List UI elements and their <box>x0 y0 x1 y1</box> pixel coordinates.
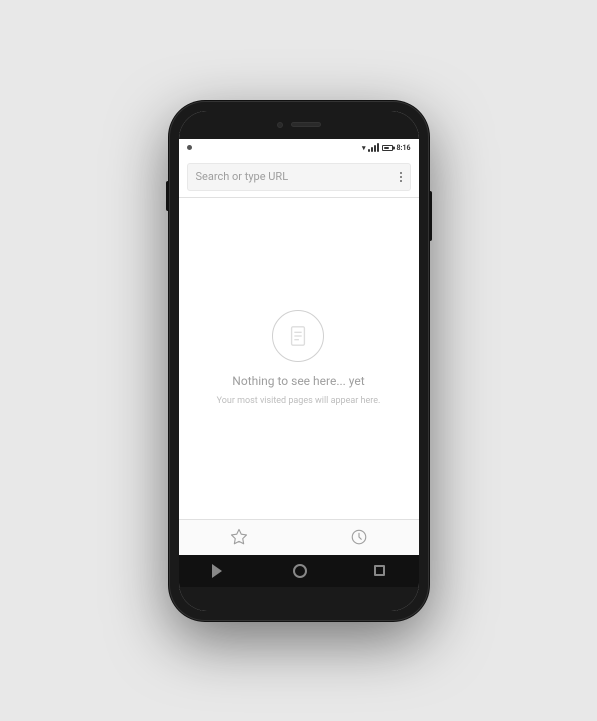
empty-state-subtitle: Your most visited pages will appear here… <box>217 396 381 406</box>
status-time: 8:16 <box>396 144 410 152</box>
front-camera <box>277 122 283 128</box>
empty-state-title: Nothing to see here... yet <box>232 374 364 388</box>
empty-state: Nothing to see here... yet Your most vis… <box>217 310 381 406</box>
star-icon <box>230 528 248 546</box>
url-bar-container: Search or type URL <box>179 157 419 198</box>
browser-tab-bar <box>179 519 419 555</box>
battery-icon <box>382 145 393 151</box>
signal-icon <box>368 144 379 152</box>
wifi-icon: ▾ <box>362 144 366 152</box>
status-bar: ▾ 8:16 <box>179 139 419 157</box>
url-bar-placeholder[interactable]: Search or type URL <box>196 170 289 183</box>
android-nav-bar <box>179 555 419 587</box>
home-button[interactable] <box>293 564 307 578</box>
phone-top-bar <box>179 111 419 139</box>
empty-state-icon-circle <box>272 310 324 362</box>
notification-icon <box>187 145 192 150</box>
status-right: ▾ 8:16 <box>362 144 411 152</box>
phone-bottom-bar <box>179 587 419 611</box>
bookmarks-tab-button[interactable] <box>223 521 255 553</box>
status-left <box>187 145 192 150</box>
recents-button[interactable] <box>374 565 385 576</box>
document-icon <box>287 325 309 347</box>
clock-icon <box>350 528 368 546</box>
history-tab-button[interactable] <box>343 521 375 553</box>
earpiece-speaker <box>291 122 321 127</box>
phone-device: ▾ 8:16 Searc <box>169 101 429 621</box>
url-bar[interactable]: Search or type URL <box>187 163 411 191</box>
back-button[interactable] <box>212 564 226 578</box>
browser-content: Nothing to see here... yet Your most vis… <box>179 198 419 519</box>
url-bar-menu-button[interactable] <box>400 172 402 182</box>
